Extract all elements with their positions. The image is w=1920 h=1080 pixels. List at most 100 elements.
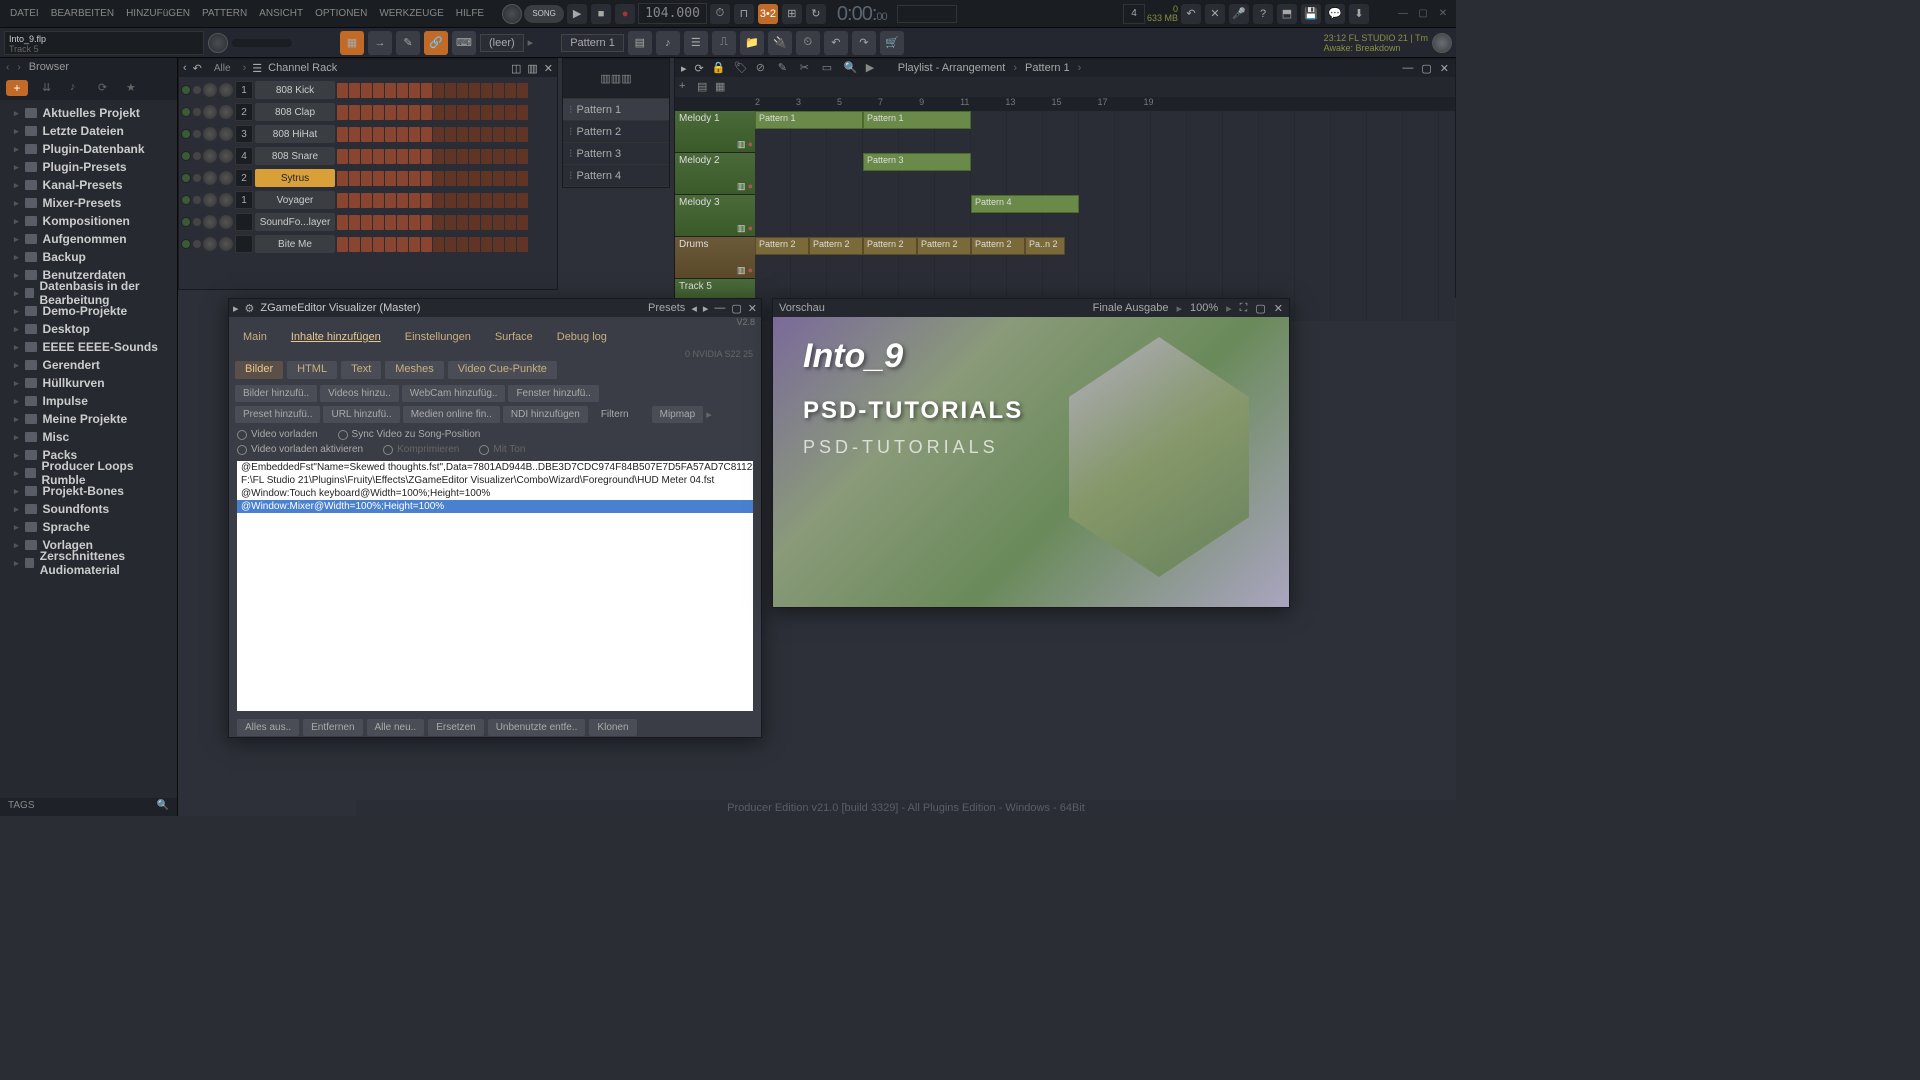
plugin-tab[interactable]: Main: [233, 329, 277, 347]
step-button[interactable]: [505, 149, 516, 164]
step-button[interactable]: [421, 171, 432, 186]
channel-mute[interactable]: [193, 108, 201, 116]
list-action-button[interactable]: Ersetzen: [428, 719, 483, 736]
menu-werkzeuge[interactable]: WERKZEUGE: [373, 4, 449, 23]
step-button[interactable]: [421, 83, 432, 98]
add-content-button[interactable]: NDI hinzufügen: [503, 406, 588, 423]
content-list-item[interactable]: @EmbeddedFst"Name=Skewed thoughts.fst",D…: [237, 461, 753, 474]
step-button[interactable]: [385, 237, 396, 252]
step-button[interactable]: [373, 105, 384, 120]
pl-tool-paint[interactable]: ✎: [778, 61, 792, 75]
save-icon[interactable]: 💾: [1301, 4, 1321, 24]
channel-led[interactable]: [181, 173, 191, 183]
step-button[interactable]: [481, 83, 492, 98]
content-list-item[interactable]: F:\FL Studio 21\Plugins\Fruity\Effects\Z…: [237, 474, 753, 487]
step-button[interactable]: [445, 83, 456, 98]
stop-button[interactable]: ■: [591, 4, 611, 24]
blend-icon[interactable]: ⊞: [782, 4, 802, 24]
check-sync[interactable]: Sync Video zu Song-Position: [338, 429, 481, 440]
playlist-clip[interactable]: Pattern 3: [863, 153, 971, 171]
step-button[interactable]: [517, 171, 528, 186]
channel-row[interactable]: 2Sytrus: [179, 167, 557, 189]
list-action-button[interactable]: Unbenutzte entfe..: [488, 719, 586, 736]
playlist-clip[interactable]: Pattern 1: [755, 111, 863, 129]
menu-optionen[interactable]: OPTIONEN: [309, 4, 373, 23]
pattern-drag-icon[interactable]: ⁝: [569, 103, 573, 116]
step-button[interactable]: [433, 149, 444, 164]
channel-route[interactable]: 4: [235, 147, 253, 165]
tempo-tap-icon[interactable]: ⏲: [796, 31, 820, 55]
track-solo-icon[interactable]: ●: [748, 139, 753, 150]
snap-icon[interactable]: ▦: [340, 31, 364, 55]
step-button[interactable]: [493, 193, 504, 208]
playlist-ruler[interactable]: 235791113151719: [675, 97, 1455, 111]
step-button[interactable]: [505, 193, 516, 208]
channel-name-button[interactable]: 808 Snare: [255, 147, 335, 165]
content-list[interactable]: @EmbeddedFst"Name=Skewed thoughts.fst",D…: [237, 461, 753, 711]
track-header[interactable]: Melody 1▥●: [675, 111, 755, 153]
plugin-tab[interactable]: Debug log: [547, 329, 617, 347]
browser-folder[interactable]: ▸Meine Projekte: [0, 410, 177, 428]
step-button[interactable]: [361, 149, 372, 164]
step-button[interactable]: [433, 105, 444, 120]
step-button[interactable]: [409, 83, 420, 98]
pattern-item[interactable]: ⁝Pattern 3: [563, 143, 669, 165]
minimize-icon[interactable]: —: [1396, 7, 1410, 21]
step-button[interactable]: [373, 171, 384, 186]
playlist-grid[interactable]: Pattern 1Pattern 1Pattern 3Pattern 4Patt…: [755, 111, 1455, 321]
plugin-subtab[interactable]: Text: [341, 361, 381, 379]
step-button[interactable]: [481, 171, 492, 186]
channel-pan[interactable]: [203, 105, 217, 119]
menu-hinzufügen[interactable]: HINZUFüGEN: [120, 4, 196, 23]
step-button[interactable]: [433, 127, 444, 142]
channel-mute[interactable]: [193, 130, 201, 138]
channel-led[interactable]: [181, 107, 191, 117]
step-button[interactable]: [481, 105, 492, 120]
channel-mute[interactable]: [193, 196, 201, 204]
help-icon[interactable]: ?: [1253, 4, 1273, 24]
step-button[interactable]: [433, 171, 444, 186]
playlist-open-icon[interactable]: ▤: [628, 31, 652, 55]
preview-max-icon[interactable]: ▢: [1255, 302, 1265, 315]
browser-folder[interactable]: ▸Aktuelles Projekt: [0, 104, 177, 122]
zge-visualizer-window[interactable]: ▸ ⚙ ZGameEditor Visualizer (Master) Pres…: [228, 298, 762, 738]
search-icon[interactable]: 🔍: [157, 800, 169, 814]
browser-folder[interactable]: ▸Letzte Dateien: [0, 122, 177, 140]
pl-tool-tag[interactable]: 🏷: [734, 61, 748, 75]
channel-route[interactable]: 3: [235, 125, 253, 143]
track-header[interactable]: Melody 3▥●: [675, 195, 755, 237]
playlist-breadcrumb[interactable]: Pattern 1: [1025, 62, 1070, 74]
pl-mode2[interactable]: ▦: [715, 80, 729, 94]
chrack-back-icon[interactable]: ‹: [183, 62, 187, 74]
step-button[interactable]: [397, 149, 408, 164]
playlist-clip[interactable]: Pattern 4: [971, 195, 1079, 213]
plugin-subtab[interactable]: Video Cue-Punkte: [448, 361, 557, 379]
channel-route[interactable]: 1: [235, 81, 253, 99]
redo-icon[interactable]: ↷: [852, 31, 876, 55]
step-button[interactable]: [337, 171, 348, 186]
browser-fwd-icon[interactable]: ›: [17, 62, 20, 73]
pl-mode1[interactable]: ▤: [697, 80, 711, 94]
pattern-item[interactable]: ⁝Pattern 4: [563, 165, 669, 187]
step-button[interactable]: [349, 193, 360, 208]
metronome-icon[interactable]: ⏱: [710, 4, 730, 24]
track-solo-icon[interactable]: ●: [748, 223, 753, 234]
step-button[interactable]: [505, 105, 516, 120]
step-button[interactable]: [421, 193, 432, 208]
step-button[interactable]: [493, 105, 504, 120]
channel-rack-window[interactable]: ‹ ↶ Alle › ☰ Channel Rack ◫ ▥ ✕ 1808 Kic…: [178, 58, 558, 290]
step-button[interactable]: [445, 215, 456, 230]
step-button[interactable]: [445, 193, 456, 208]
browser-open-icon[interactable]: 📁: [740, 31, 764, 55]
menu-datei[interactable]: DATEI: [4, 4, 45, 23]
channel-led[interactable]: [181, 151, 191, 161]
main-pitch-slider[interactable]: [232, 39, 292, 47]
step-button[interactable]: [349, 149, 360, 164]
step-button[interactable]: [409, 215, 420, 230]
step-button[interactable]: [505, 171, 516, 186]
step-button[interactable]: [505, 83, 516, 98]
step-button[interactable]: [457, 127, 468, 142]
step-button[interactable]: [493, 149, 504, 164]
step-button[interactable]: [433, 193, 444, 208]
browser-refresh-icon[interactable]: ⟳: [98, 81, 112, 95]
